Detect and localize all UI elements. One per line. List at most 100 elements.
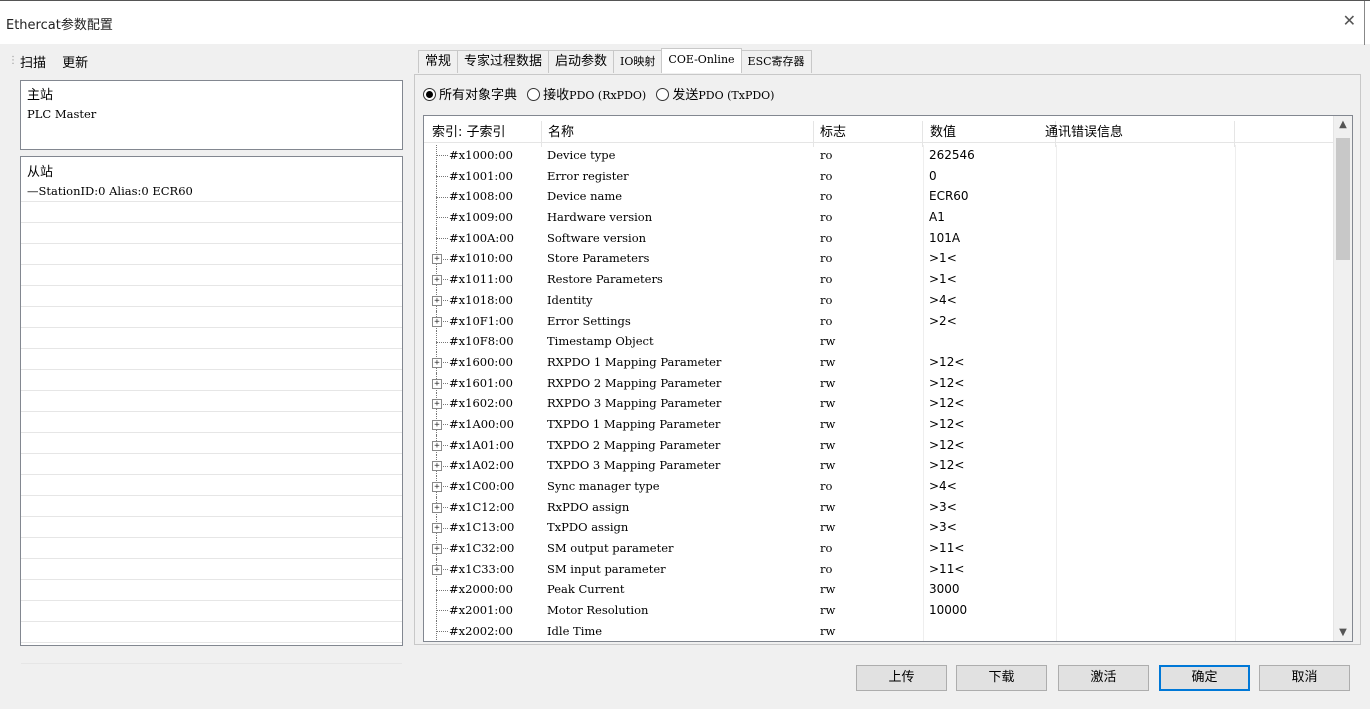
expand-plus-icon[interactable]: + — [432, 351, 450, 373]
tree-line-icon — [432, 620, 450, 641]
table-row[interactable]: #x1000:00 Device type ro 262546 — [424, 145, 1334, 166]
tab-io-mapping[interactable]: IO映射 — [613, 50, 663, 73]
table-row[interactable]: #x2002:00 Idle Time rw — [424, 620, 1334, 641]
empty-slave-row — [21, 559, 402, 580]
table-row[interactable]: + #x1A01:00 TXPDO 2 Mapping Parameter rw >12… — [424, 434, 1334, 456]
table-row[interactable]: + #x10F1:00 Error Settings ro >2< — [424, 310, 1334, 332]
radio-txpdo[interactable]: 发送PDO (TxPDO) — [656, 84, 774, 103]
col-name-header[interactable]: 名称 — [548, 121, 574, 140]
close-icon[interactable]: ✕ — [1343, 11, 1356, 30]
tab-startup-params[interactable]: 启动参数 — [548, 50, 615, 73]
ok-button[interactable]: 确定 — [1159, 665, 1250, 691]
expand-plus-icon[interactable]: + — [432, 538, 450, 559]
index-cell: #x1C33:00 — [449, 561, 515, 576]
name-cell: Store Parameters — [547, 251, 650, 266]
table-row[interactable]: #x1009:00 Hardware version ro A1 — [424, 207, 1334, 228]
master-panel: 主站 PLC Master — [20, 80, 403, 150]
empty-slave-row — [21, 580, 402, 601]
name-cell: RXPDO 1 Mapping Parameter — [547, 354, 722, 369]
expand-plus-icon[interactable]: + — [432, 558, 450, 580]
empty-slave-row — [21, 328, 402, 349]
table-row[interactable]: + #x1601:00 RXPDO 2 Mapping Parameter rw >12… — [424, 372, 1334, 394]
value-cell: A1 — [929, 210, 945, 225]
table-row[interactable]: + #x1010:00 Store Parameters ro >1< — [424, 248, 1334, 270]
name-cell: Error register — [547, 168, 629, 183]
tab-expert-process-data[interactable]: 专家过程数据 — [457, 50, 550, 73]
radio-all-objects[interactable]: 所有对象字典 — [423, 84, 517, 103]
scroll-up-icon[interactable]: ▲ — [1334, 116, 1352, 133]
index-cell: #x1018:00 — [449, 292, 513, 307]
col-error-header[interactable]: 通讯错误信息 — [1045, 121, 1123, 140]
empty-slave-row — [21, 601, 402, 622]
expand-plus-icon[interactable]: + — [432, 372, 450, 394]
table-row[interactable]: #x10F8:00 Timestamp Object rw — [424, 331, 1334, 352]
flag-cell: rw — [820, 623, 836, 638]
table-row[interactable]: + #x1C00:00 Sync manager type ro >4< — [424, 476, 1334, 497]
flag-cell: ro — [820, 251, 833, 266]
expand-plus-icon[interactable]: + — [432, 393, 450, 414]
table-row[interactable]: + #x1018:00 Identity ro >4< — [424, 289, 1334, 311]
index-cell: #x1C32:00 — [449, 541, 515, 556]
table-row[interactable]: + #x1C12:00 RxPDO assign rw >3< — [424, 496, 1334, 518]
table-row[interactable]: + #x1C33:00 SM input parameter ro >11< — [424, 558, 1334, 580]
name-cell: Error Settings — [547, 313, 631, 328]
slave-item[interactable]: —StationID:0 Alias:0 ECR60 — [21, 181, 402, 202]
expand-plus-icon[interactable]: + — [432, 476, 450, 497]
table-row[interactable]: #x2000:00 Peak Current rw 3000 — [424, 579, 1334, 601]
tab-general[interactable]: 常规 — [418, 50, 459, 73]
tree-line-icon — [432, 600, 450, 621]
flag-cell: rw — [820, 499, 836, 514]
expand-plus-icon[interactable]: + — [432, 517, 450, 539]
empty-slave-row — [21, 265, 402, 286]
table-row[interactable]: + #x1602:00 RXPDO 3 Mapping Parameter rw >12… — [424, 393, 1334, 414]
vertical-scrollbar[interactable]: ▲ ▼ — [1333, 116, 1352, 641]
coe-online-pane: 所有对象字典 接收PDO (RxPDO) 发送PDO (TxPDO) 索引: 子… — [414, 74, 1361, 645]
table-row[interactable]: #x2001:00 Motor Resolution rw 10000 — [424, 600, 1334, 621]
index-cell: #x2002:00 — [449, 623, 513, 638]
radio-rxpdo[interactable]: 接收PDO (RxPDO) — [527, 84, 646, 103]
expand-plus-icon[interactable]: + — [432, 496, 450, 518]
table-row[interactable]: #x1001:00 Error register ro 0 — [424, 165, 1334, 187]
expand-plus-icon[interactable]: + — [432, 248, 450, 270]
expand-plus-icon[interactable]: + — [432, 310, 450, 332]
expand-plus-icon[interactable]: + — [432, 269, 450, 290]
scroll-thumb[interactable] — [1336, 138, 1350, 260]
tree-line-icon — [432, 165, 450, 187]
index-cell: #x1010:00 — [449, 251, 513, 266]
name-cell: Motor Resolution — [547, 603, 649, 618]
expand-plus-icon[interactable]: + — [432, 455, 450, 476]
value-cell: >11< — [929, 541, 965, 556]
tree-line-icon — [432, 579, 450, 601]
expand-plus-icon[interactable]: + — [432, 434, 450, 456]
empty-slave-row — [21, 202, 402, 223]
scroll-down-icon[interactable]: ▼ — [1334, 624, 1352, 641]
table-row[interactable]: + #x1011:00 Restore Parameters ro >1< — [424, 269, 1334, 290]
table-row[interactable]: + #x1C32:00 SM output parameter ro >11< — [424, 538, 1334, 559]
value-cell: >3< — [929, 520, 957, 535]
col-index-header[interactable]: 索引: 子索引 — [432, 121, 506, 140]
cancel-button[interactable]: 取消 — [1259, 665, 1350, 691]
download-button[interactable]: 下载 — [956, 665, 1047, 691]
master-item[interactable]: PLC Master — [21, 105, 402, 123]
empty-slave-row — [21, 538, 402, 559]
table-row[interactable]: + #x1A00:00 TXPDO 1 Mapping Parameter rw >12… — [424, 413, 1334, 435]
flag-cell: ro — [820, 272, 833, 287]
table-row[interactable]: #x100A:00 Software version ro 101A — [424, 227, 1334, 249]
col-value-header[interactable]: 数值 — [930, 121, 956, 140]
tab-esc-registers[interactable]: ESC寄存器 — [740, 50, 812, 73]
flag-cell: ro — [820, 189, 833, 204]
expand-plus-icon[interactable]: + — [432, 413, 450, 435]
table-row[interactable]: + #x1A02:00 TXPDO 3 Mapping Parameter rw >12… — [424, 455, 1334, 476]
table-row[interactable]: + #x1600:00 RXPDO 1 Mapping Parameter rw >12… — [424, 351, 1334, 373]
upload-button[interactable]: 上传 — [856, 665, 947, 691]
tab-coe-online[interactable]: COE-Online — [661, 48, 742, 73]
name-cell: Restore Parameters — [547, 272, 663, 287]
title-divider — [1364, 1, 1365, 45]
table-row[interactable]: #x1008:00 Device name ro ECR60 — [424, 186, 1334, 208]
col-flag-header[interactable]: 标志 — [820, 121, 846, 140]
update-button[interactable]: 更新 — [62, 56, 88, 71]
scan-button[interactable]: 扫描 — [20, 56, 46, 71]
table-row[interactable]: + #x1C13:00 TxPDO assign rw >3< — [424, 517, 1334, 539]
activate-button[interactable]: 激活 — [1058, 665, 1149, 691]
expand-plus-icon[interactable]: + — [432, 289, 450, 311]
